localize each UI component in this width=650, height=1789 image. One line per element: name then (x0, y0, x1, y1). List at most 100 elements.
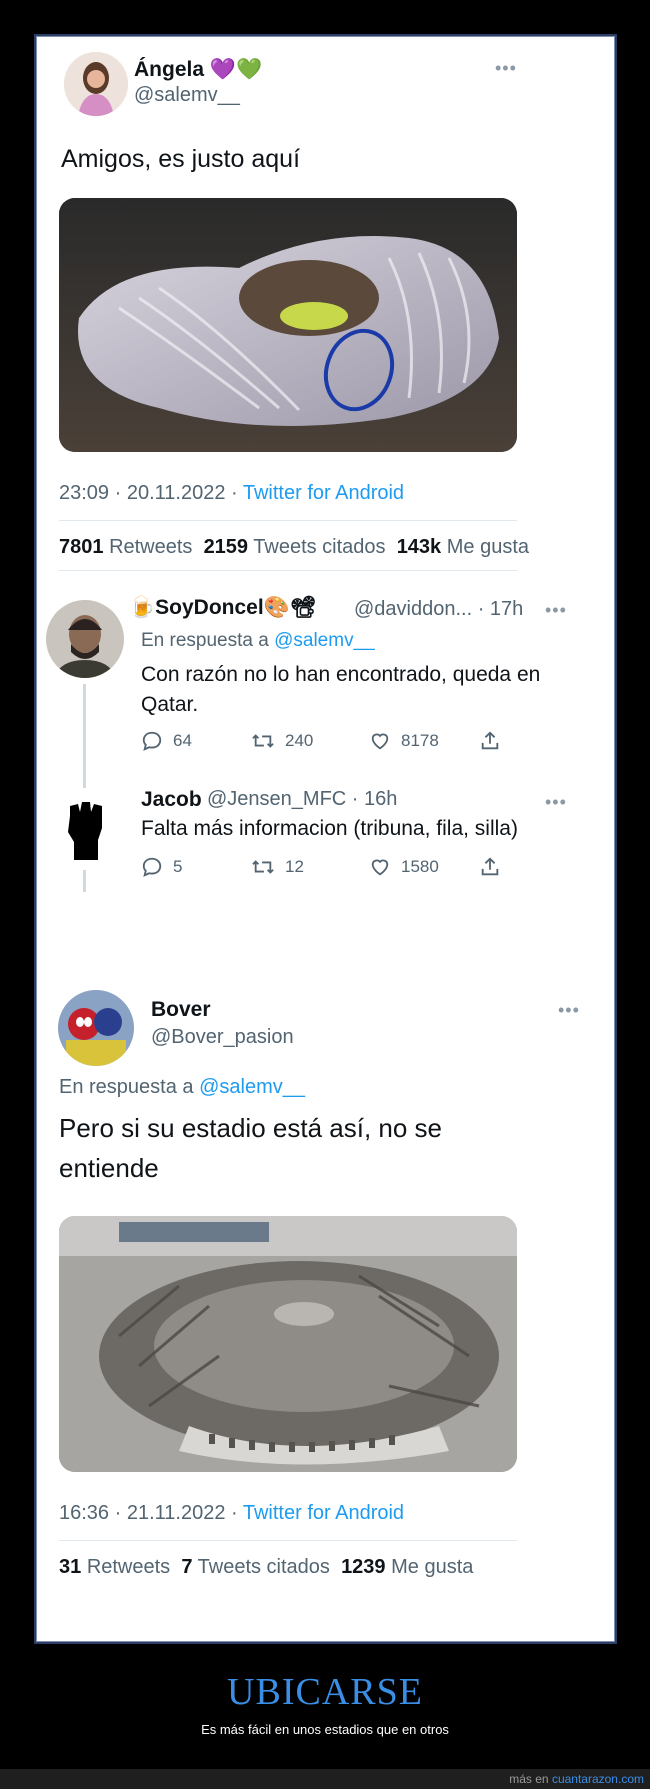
more-options-icon[interactable]: ••• (545, 600, 567, 621)
share-button[interactable] (479, 856, 501, 878)
share-icon (481, 731, 499, 750)
reply-button[interactable]: 5 (141, 856, 251, 878)
timestamp-text[interactable]: 16:36 · 21.11.2022 · (59, 1502, 238, 1524)
spiderman-photo-icon (58, 990, 134, 1066)
thread-line (83, 870, 86, 892)
reply-to: En respuesta a @salemv__ (141, 630, 375, 652)
comment-icon (142, 731, 162, 751)
reply-to-handle-link[interactable]: @salemv__ (274, 630, 375, 651)
divider (59, 520, 517, 521)
reply-text: Falta más informacion (tribuna, fila, si… (141, 817, 518, 840)
reply-count: 64 (173, 731, 192, 750)
soydoncel-avatar[interactable] (46, 600, 124, 678)
collapsed-stadium-image[interactable] (59, 1216, 517, 1472)
palette-emoji-icon: 🎨 (263, 596, 290, 619)
author-handle[interactable]: @Bover_pasion (151, 1026, 294, 1049)
reply-count: 5 (173, 857, 183, 876)
retweets-count[interactable]: 31 (59, 1556, 81, 1578)
more-options-icon[interactable]: ••• (558, 1000, 580, 1021)
quotes-label[interactable]: Tweets citados (253, 536, 385, 558)
retweet-icon (252, 734, 274, 748)
heart-emoji-icons: 💜💚 (209, 58, 263, 81)
reply-to: En respuesta a @salemv__ (59, 1076, 305, 1099)
comment-icon (142, 857, 162, 877)
post-title: UBICARSE (227, 1671, 423, 1713)
bover-avatar[interactable] (58, 990, 134, 1066)
reply-text: Con razón no lo han encontrado, queda en… (141, 660, 540, 720)
share-button[interactable] (479, 730, 501, 752)
like-button[interactable]: 8178 (369, 730, 479, 752)
angela-avatar[interactable] (64, 52, 128, 116)
stadium-render-image[interactable] (59, 198, 517, 452)
tweet-text: Amigos, es justo aquí (61, 145, 301, 173)
site-credit: más en cuantarazon.com (509, 1772, 644, 1786)
reply-actions: 64 240 8178 (141, 730, 501, 752)
divider (59, 1540, 517, 1541)
author-name[interactable]: Bover (151, 998, 211, 1022)
more-options-icon[interactable]: ••• (495, 58, 517, 79)
heart-icon (371, 859, 389, 876)
quotes-label[interactable]: Tweets citados (198, 1556, 330, 1578)
source-link[interactable]: Twitter for Android (243, 482, 404, 504)
timestamp-text[interactable]: 23:09 · 20.11.2022 · (59, 482, 238, 504)
raised-fist-icon (46, 788, 124, 866)
share-icon (481, 857, 499, 876)
quotes-count[interactable]: 2159 (204, 536, 249, 558)
tweet-text: Pero si su estadio está así, no se entie… (59, 1108, 442, 1188)
tweet-timestamp[interactable]: 16:36 · 21.11.2022 · Twitter for Android (59, 1502, 404, 1525)
retweets-count[interactable]: 7801 (59, 536, 104, 558)
retweets-label[interactable]: Retweets (109, 536, 192, 558)
author-name-text[interactable]: Ángela (134, 58, 204, 81)
retweet-count: 240 (285, 731, 314, 750)
like-button[interactable]: 1580 (369, 856, 479, 878)
reply-author-name[interactable]: 🍺SoyDoncel🎨📽 (129, 596, 317, 620)
author-name[interactable]: Ángela 💜💚 (134, 58, 262, 82)
stadium-illustration (59, 198, 517, 452)
credit-prefix: más en (509, 1772, 549, 1786)
more-options-icon[interactable]: ••• (545, 792, 567, 813)
divider (59, 570, 517, 571)
reply-to-handle-link[interactable]: @salemv__ (199, 1076, 305, 1098)
post-subtitle: Es más fácil en unos estadios que en otr… (201, 1722, 449, 1737)
likes-label[interactable]: Me gusta (447, 536, 529, 558)
camera-emoji-icon: 📽 (289, 596, 317, 619)
beer-emoji-icon: 🍺 (129, 596, 156, 619)
retweets-label[interactable]: Retweets (87, 1556, 170, 1578)
heart-icon (371, 733, 389, 750)
quotes-count[interactable]: 7 (181, 1556, 192, 1578)
reply-actions: 5 12 1580 (141, 856, 501, 878)
tweet-text-line: Pero si su estadio está así, no se (59, 1113, 442, 1143)
tweet-stats: 7801 Retweets 2159 Tweets citados 143k M… (59, 536, 529, 559)
person-photo-icon (46, 600, 124, 678)
thread-line (83, 684, 86, 804)
tweet-stats: 31 Retweets 7 Tweets citados 1239 Me gus… (59, 1556, 473, 1579)
source-link[interactable]: Twitter for Android (243, 1502, 404, 1524)
reply-author-name[interactable]: Jacob (141, 788, 202, 812)
author-handle[interactable]: @salemv__ (134, 84, 240, 107)
reply-to-label: En respuesta a (141, 630, 269, 651)
tweet-timestamp[interactable]: 23:09 · 20.11.2022 · Twitter for Android (59, 482, 404, 505)
person-photo-icon (64, 52, 128, 116)
retweet-button[interactable]: 12 (251, 856, 369, 878)
like-count: 8178 (401, 731, 439, 750)
reply-to-label: En respuesta a (59, 1076, 194, 1098)
reply-author-name-text[interactable]: SoyDoncel (155, 596, 264, 619)
reply-text-line: Con razón no lo han encontrado, queda en (141, 663, 541, 686)
site-credit-bar: más en cuantarazon.com (0, 1769, 650, 1789)
likes-count[interactable]: 1239 (341, 1556, 386, 1578)
reply-text-line: Qatar. (141, 693, 199, 716)
tweet-card: Ángela 💜💚 @salemv__ ••• Amigos, es justo… (34, 34, 617, 1644)
tweet-text-line: entiende (59, 1153, 159, 1183)
reply-handle-time[interactable]: @daviddon... · 17h (354, 598, 523, 621)
jacob-avatar[interactable] (46, 788, 124, 866)
retweet-button[interactable]: 240 (251, 730, 369, 752)
likes-label[interactable]: Me gusta (391, 1556, 473, 1578)
reply-button[interactable]: 64 (141, 730, 251, 752)
ruined-stadium-illustration (59, 1216, 517, 1472)
like-count: 1580 (401, 857, 439, 876)
retweet-icon (252, 860, 274, 874)
reply-handle-time[interactable]: @Jensen_MFC · 16h (207, 788, 397, 811)
site-link[interactable]: cuantarazon.com (552, 1772, 644, 1786)
retweet-count: 12 (285, 857, 304, 876)
likes-count[interactable]: 143k (397, 536, 442, 558)
